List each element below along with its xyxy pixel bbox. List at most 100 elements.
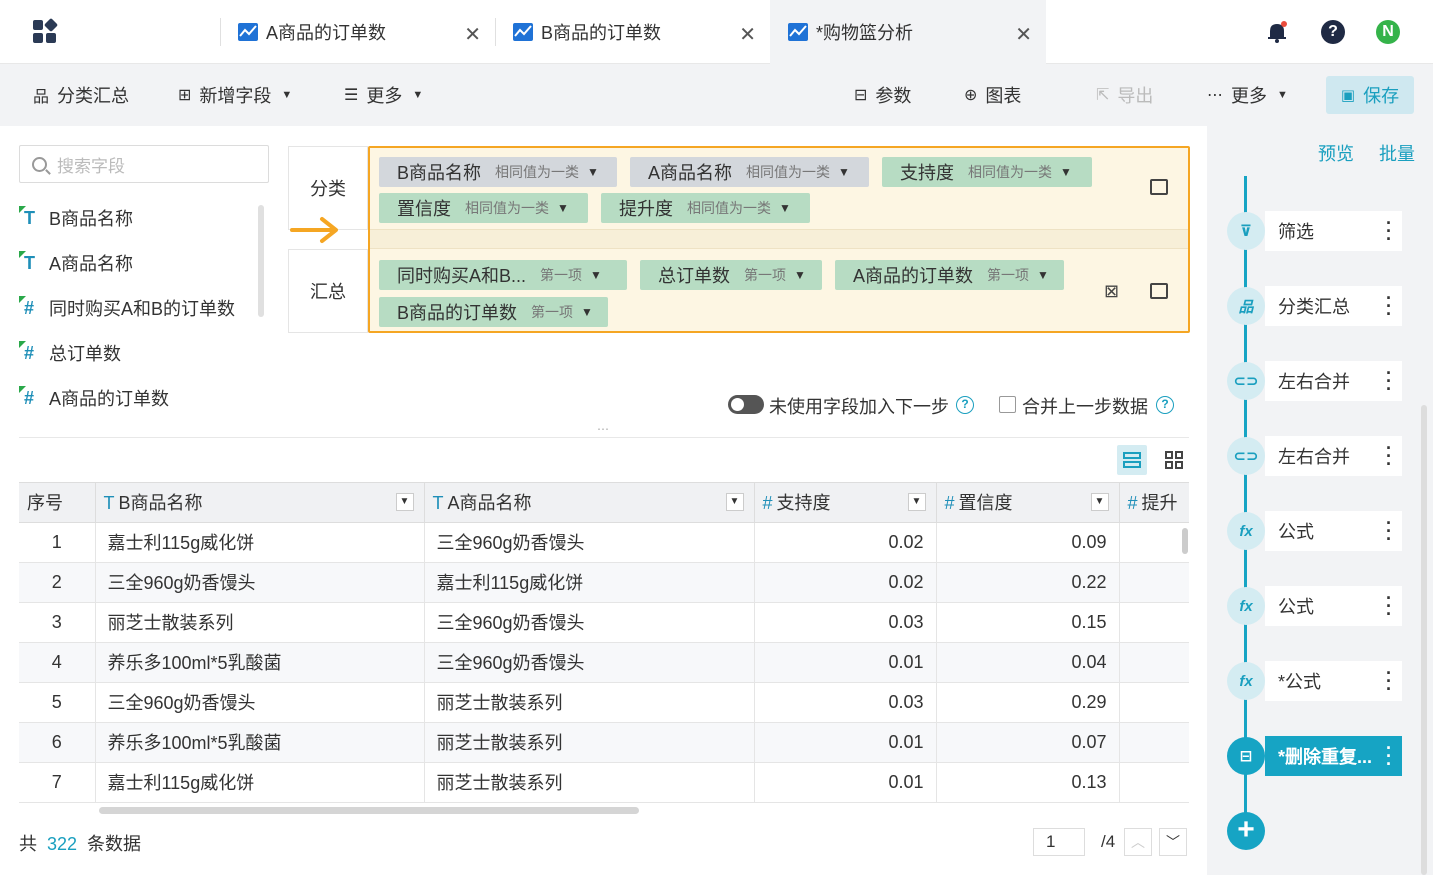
summary-chip[interactable]: A商品的订单数 第一项 ▼ [835, 260, 1064, 290]
params-button[interactable]: ⊟ 参数 [854, 64, 911, 126]
search-input[interactable]: 搜索字段 [19, 145, 269, 183]
field-list-scrollbar[interactable] [258, 205, 264, 317]
close-icon[interactable]: ✕ [739, 22, 756, 47]
caret-down-icon[interactable]: ▼ [581, 305, 593, 319]
table-row[interactable]: 7 嘉士利115g威化饼 丽芝士散装系列 0.01 0.13 [19, 762, 1189, 803]
kebab-menu-icon[interactable]: · · · [1386, 289, 1392, 323]
step-card[interactable]: *公式 · · · [1265, 661, 1402, 701]
table-row[interactable]: 2 三全960g奶香馒头 嘉士利115g威化饼 0.02 0.22 [19, 562, 1189, 603]
field-item[interactable]: T A商品名称 [19, 248, 133, 278]
kebab-menu-icon[interactable]: · · · [1386, 664, 1392, 698]
field-item[interactable]: # 同时购买A和B的订单数 [19, 293, 235, 323]
category-chip[interactable]: B商品名称 相同值为一类 ▼ [379, 157, 617, 187]
chart-button[interactable]: ⊕ 图表 [964, 64, 1021, 126]
apps-grid-icon[interactable] [33, 17, 59, 44]
resize-handle-icon[interactable]: ⋯ [597, 422, 610, 436]
table-row[interactable]: 6 养乐多100ml*5乳酸菌 丽芝士散装系列 0.01 0.07 [19, 722, 1189, 763]
caret-down-icon[interactable]: ▼ [1060, 165, 1072, 179]
flow-step[interactable]: ⊟ *删除重复... · · · [1227, 736, 1402, 776]
caret-down-icon[interactable]: ▼ [587, 165, 599, 179]
kebab-menu-icon[interactable]: · · · [1386, 439, 1392, 473]
column-header[interactable]: # 置信度 ▼ [936, 483, 1120, 523]
category-chip[interactable]: 提升度 相同值为一类 ▼ [601, 193, 810, 223]
flow-step[interactable]: fx *公式 · · · [1227, 661, 1402, 701]
step-card[interactable]: 左右合并 · · · [1265, 436, 1402, 476]
flow-step[interactable]: fx 公式 · · · [1227, 586, 1402, 626]
flow-step[interactable]: 品分类汇总 · · · [1227, 286, 1402, 326]
more-left-button[interactable]: ☰ 更多 ▼ [344, 64, 423, 126]
caret-down-icon[interactable]: ▼ [1037, 268, 1049, 282]
grid-view-icon[interactable] [1159, 445, 1189, 475]
close-icon[interactable]: ✕ [1015, 22, 1032, 47]
tab-basket-analysis[interactable]: *购物篮分析 ✕ [770, 0, 1046, 64]
field-item[interactable]: # 总订单数 [19, 338, 121, 368]
preview-link[interactable]: 预览 [1318, 140, 1354, 166]
chevron-down-icon[interactable]: ﹀ [1159, 828, 1187, 856]
caret-down-icon[interactable]: ▼ [557, 201, 569, 215]
caret-down-icon[interactable]: ▼ [590, 268, 602, 282]
step-card[interactable]: 公式 · · · [1265, 511, 1402, 551]
more-right-button[interactable]: ⋯ 更多 ▼ [1207, 64, 1288, 126]
kebab-menu-icon[interactable]: · · · [1386, 514, 1392, 548]
help-circle-icon[interactable]: ? [1156, 396, 1174, 414]
step-card[interactable]: 筛选 · · · [1265, 211, 1402, 251]
flow-scrollbar[interactable] [1421, 405, 1427, 875]
caret-down-icon[interactable]: ▼ [1090, 493, 1109, 511]
flow-step[interactable]: ⊂⊃ 左右合并 · · · [1227, 361, 1402, 401]
table-row[interactable]: 3 丽芝士散装系列 三全960g奶香馒头 0.03 0.15 [19, 602, 1189, 643]
column-header[interactable]: # 提升 [1119, 483, 1189, 523]
bell-icon[interactable] [1266, 20, 1288, 44]
table-horizontal-scrollbar[interactable] [99, 807, 639, 814]
summary-chip[interactable]: B商品的订单数 第一项 ▼ [379, 297, 608, 327]
caret-down-icon[interactable]: ▼ [395, 493, 414, 511]
group-summary-button[interactable]: 品分类汇总 [33, 64, 129, 126]
table-row[interactable]: 1 嘉士利115g威化饼 三全960g奶香馒头 0.02 0.09 [19, 522, 1189, 563]
caret-down-icon[interactable]: ▼ [794, 268, 806, 282]
tab-b-orders[interactable]: B商品的订单数 ✕ [495, 0, 770, 64]
field-item[interactable]: T B商品名称 [19, 203, 133, 233]
category-chip[interactable]: 置信度 相同值为一类 ▼ [379, 193, 588, 223]
close-icon[interactable]: ✕ [464, 22, 481, 47]
column-header[interactable]: T B商品名称 ▼ [95, 483, 425, 523]
table-vertical-scrollbar[interactable] [1182, 528, 1188, 554]
step-card[interactable]: *删除重复... · · · [1265, 736, 1402, 776]
batch-link[interactable]: 批量 [1379, 140, 1415, 166]
field-item[interactable]: # A商品的订单数 [19, 383, 169, 413]
kebab-menu-icon[interactable]: · · · [1386, 739, 1392, 773]
step-card[interactable]: 公式 · · · [1265, 586, 1402, 626]
help-circle-icon[interactable]: ? [956, 396, 974, 414]
column-header[interactable]: # 支持度 ▼ [754, 483, 937, 523]
caret-down-icon[interactable]: ▼ [907, 493, 926, 511]
caret-down-icon[interactable]: ▼ [725, 493, 744, 511]
step-card[interactable]: 分类汇总 · · · [1265, 286, 1402, 326]
tab-a-orders[interactable]: A商品的订单数 ✕ [220, 0, 495, 64]
flow-step[interactable]: fx 公式 · · · [1227, 511, 1402, 551]
clear-icon[interactable]: ⊠ [1104, 281, 1119, 302]
briefcase-icon[interactable] [1150, 283, 1168, 299]
flow-step[interactable]: ⊽ 筛选 · · · [1227, 211, 1402, 251]
save-button[interactable]: ▣ 保存 [1326, 76, 1414, 114]
kebab-menu-icon[interactable]: · · · [1386, 364, 1392, 398]
help-icon[interactable]: ? [1321, 20, 1345, 44]
summary-chip[interactable]: 同时购买A和B... 第一项 ▼ [379, 260, 627, 290]
caret-down-icon[interactable]: ▼ [779, 201, 791, 215]
column-header[interactable]: T A商品名称 ▼ [424, 483, 755, 523]
merge-prev-checkbox[interactable] [999, 396, 1016, 413]
flow-step[interactable]: ⊂⊃ 左右合并 · · · [1227, 436, 1402, 476]
export-button[interactable]: ⇱ 导出 [1096, 64, 1153, 126]
category-chip[interactable]: A商品名称 相同值为一类 ▼ [630, 157, 869, 187]
page-input[interactable]: 1 [1033, 828, 1085, 856]
summary-chip[interactable]: 总订单数 第一项 ▼ [640, 260, 822, 290]
chevron-up-icon[interactable]: ︿ [1124, 828, 1152, 856]
avatar[interactable]: N [1376, 20, 1400, 44]
add-step-button[interactable]: + [1227, 812, 1265, 850]
add-field-button[interactable]: ⊞ 新增字段 ▼ [178, 64, 292, 126]
category-chip[interactable]: 支持度 相同值为一类 ▼ [882, 157, 1092, 187]
briefcase-icon[interactable] [1150, 179, 1168, 195]
step-card[interactable]: 左右合并 · · · [1265, 361, 1402, 401]
table-row[interactable]: 4 养乐多100ml*5乳酸菌 三全960g奶香馒头 0.01 0.04 [19, 642, 1189, 683]
unused-fields-toggle[interactable] [728, 395, 764, 414]
table-row[interactable]: 5 三全960g奶香馒头 丽芝士散装系列 0.03 0.29 [19, 682, 1189, 723]
kebab-menu-icon[interactable]: · · · [1386, 589, 1392, 623]
caret-down-icon[interactable]: ▼ [838, 165, 850, 179]
